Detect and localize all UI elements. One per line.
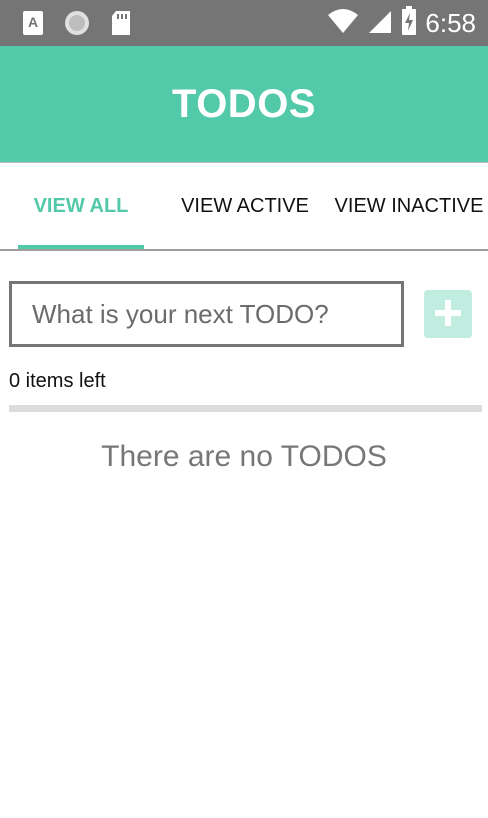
status-bar: A 6:58	[0, 0, 488, 46]
add-todo-button[interactable]	[424, 290, 472, 338]
status-time: 6:58	[425, 8, 476, 38]
tab-view-active[interactable]: VIEW ACTIVE	[172, 163, 318, 249]
text-a-icon: A	[22, 10, 44, 41]
status-bar-system: 6:58	[327, 6, 476, 41]
items-left-count: 0 items left	[9, 370, 106, 392]
empty-state-message: There are no TODOS	[101, 440, 387, 473]
svg-text:A: A	[28, 14, 38, 30]
app-title: TODOS	[171, 81, 316, 126]
divider	[9, 405, 482, 412]
tab-view-all[interactable]: VIEW ALL	[18, 163, 144, 249]
app-bar: TODOS	[0, 46, 488, 162]
tab-indicator	[18, 245, 144, 249]
tab-view-inactive[interactable]: VIEW INACTIVE	[332, 163, 486, 249]
battery-icon	[401, 6, 417, 41]
sd-card-icon	[110, 10, 132, 41]
plus-icon	[433, 298, 463, 331]
tab-bar: VIEW ALL VIEW ACTIVE VIEW INACTIVE	[0, 162, 488, 251]
status-bar-notifications: A	[22, 10, 132, 41]
new-todo-input[interactable]	[9, 281, 404, 347]
signal-icon	[367, 8, 393, 39]
circle-icon	[64, 10, 90, 41]
wifi-icon	[327, 8, 359, 39]
